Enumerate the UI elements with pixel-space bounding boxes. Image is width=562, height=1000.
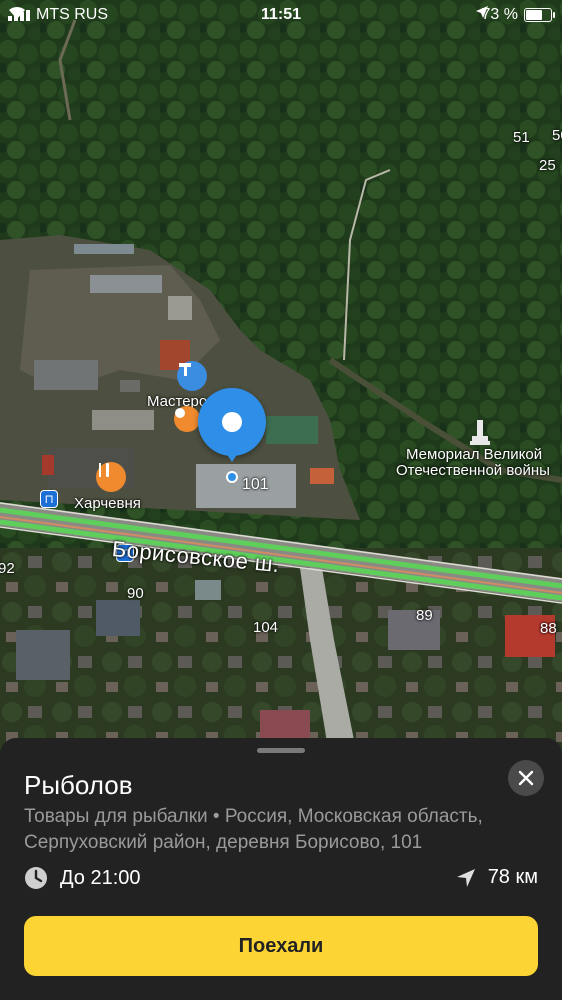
selected-location-dot xyxy=(226,471,238,483)
house-number: 50 xyxy=(552,127,562,144)
go-button[interactable]: Поехали xyxy=(24,916,538,976)
place-title: Рыболов xyxy=(24,770,133,800)
bus-stop-icon[interactable]: ⊓ xyxy=(40,490,58,508)
distance: 78 км xyxy=(456,866,538,889)
house-number: 51 xyxy=(513,129,530,146)
opening-hours: До 21:00 xyxy=(24,866,141,890)
close-icon xyxy=(518,770,534,786)
house-number: 92 xyxy=(0,560,15,577)
restaurant-icon[interactable] xyxy=(96,462,126,492)
clock-icon xyxy=(25,867,47,889)
poi-label-kharchevnya[interactable]: Харчевня xyxy=(74,495,141,512)
poi-label-memorial-line2[interactable]: Отечественной войны xyxy=(396,462,550,479)
hours-text: До 21:00 xyxy=(60,866,141,889)
house-number-selected: 101 xyxy=(242,476,269,493)
house-number: 90 xyxy=(127,585,144,602)
sheet-drag-handle[interactable] xyxy=(257,748,305,753)
navigation-arrow-icon xyxy=(456,868,475,887)
location-pin-icon[interactable] xyxy=(198,388,266,462)
place-description: Товары для рыбалки • Россия, Московская … xyxy=(24,806,483,853)
house-number: 104 xyxy=(253,619,279,636)
place-card[interactable]: Рыболов Товары для рыбалки • Россия, Мос… xyxy=(0,738,562,1000)
status-bar: MTS RUS 11:51 73 % xyxy=(0,0,562,32)
map-view[interactable]: MTS RUS 11:51 73 % Мастеро Харчевня Мемо… xyxy=(0,0,562,760)
house-number: 25 xyxy=(539,157,556,174)
house-number: 89 xyxy=(416,607,433,624)
satellite-imagery xyxy=(0,0,562,760)
distance-text: 78 км xyxy=(487,866,538,888)
house-number: 88 xyxy=(540,620,557,637)
poi-label-memorial-line1[interactable]: Мемориал Великой xyxy=(406,446,542,463)
hammer-icon[interactable] xyxy=(177,361,207,391)
battery-icon xyxy=(524,8,555,22)
close-button[interactable] xyxy=(508,760,544,796)
shop-icon[interactable] xyxy=(174,406,200,432)
info-row: До 21:00 78 км xyxy=(24,862,538,892)
